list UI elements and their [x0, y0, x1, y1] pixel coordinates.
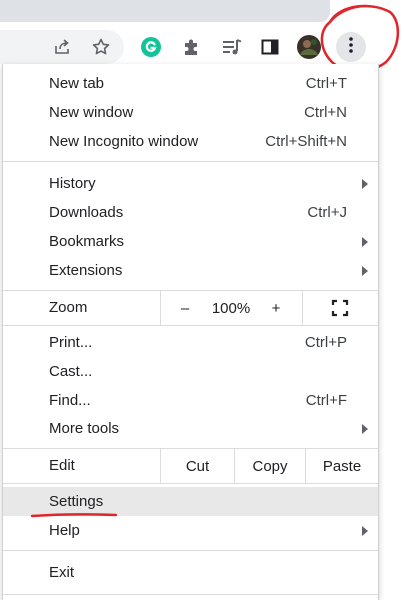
menu-item-bookmarks[interactable]: Bookmarks: [3, 227, 378, 256]
media-queue-icon[interactable]: [220, 35, 244, 59]
menu-item-label: Find...: [49, 392, 91, 409]
submenu-arrow-icon: [362, 424, 368, 434]
bookmark-star-icon[interactable]: [89, 35, 113, 59]
menu-item-exit[interactable]: Exit: [3, 558, 378, 587]
menu-item-shortcut: Ctrl+N: [304, 104, 347, 121]
submenu-arrow-icon: [362, 179, 368, 189]
menu-item-history[interactable]: History: [3, 169, 378, 198]
zoom-divider: [160, 291, 161, 325]
menu-item-shortcut: Ctrl+J: [307, 204, 347, 221]
menu-item-label: Exit: [49, 564, 75, 581]
menu-item-new-incognito-window[interactable]: New Incognito window Ctrl+Shift+N: [3, 127, 378, 156]
browser-toolbar: [0, 30, 404, 64]
menu-item-label: Settings: [49, 493, 104, 510]
share-icon[interactable]: [50, 35, 74, 59]
copy-button[interactable]: Copy: [235, 449, 305, 483]
menu-item-more-tools[interactable]: More tools: [3, 414, 378, 443]
menu-item-label: New window: [49, 104, 134, 121]
zoom-level: 100%: [211, 299, 251, 317]
menu-item-shortcut: Ctrl+T: [305, 75, 347, 92]
menu-item-label: Extensions: [49, 262, 123, 279]
zoom-out-button[interactable]: –: [167, 291, 203, 325]
edit-label: Edit: [49, 457, 75, 474]
zoom-label: Zoom: [49, 299, 88, 316]
menu-item-label: Cast...: [49, 363, 93, 380]
menu-separator: [3, 161, 378, 162]
menu-item-shortcut: Ctrl+P: [304, 334, 347, 351]
zoom-in-button[interactable]: +: [259, 291, 293, 325]
menu-item-find[interactable]: Find... Ctrl+F: [3, 386, 378, 415]
tab-bar: [0, 0, 330, 22]
menu-item-settings[interactable]: Settings: [3, 487, 378, 516]
chrome-main-menu: New tab Ctrl+T New window Ctrl+N New Inc…: [2, 64, 379, 600]
menu-item-label: New tab: [49, 75, 105, 92]
submenu-arrow-icon: [362, 237, 368, 247]
menu-item-cast[interactable]: Cast...: [3, 357, 378, 386]
menu-item-label: Print...: [49, 334, 93, 351]
paste-button[interactable]: Paste: [306, 449, 378, 483]
side-panel-icon[interactable]: [258, 35, 282, 59]
menu-item-extensions[interactable]: Extensions: [3, 256, 378, 285]
menu-separator: [3, 325, 378, 326]
menu-item-label: History: [49, 175, 96, 192]
menu-item-label: Help: [49, 522, 80, 539]
grammarly-extension-icon[interactable]: [139, 35, 163, 59]
submenu-arrow-icon: [362, 526, 368, 536]
menu-item-shortcut: Ctrl+F: [305, 392, 347, 409]
menu-item-new-window[interactable]: New window Ctrl+N: [3, 98, 378, 127]
edit-row: Edit Cut Copy Paste: [3, 449, 378, 483]
fullscreen-icon[interactable]: [325, 291, 355, 325]
profile-avatar[interactable]: [297, 35, 321, 59]
zoom-row: Zoom – 100% +: [3, 291, 378, 325]
submenu-arrow-icon: [362, 266, 368, 276]
menu-item-label: Downloads: [49, 204, 124, 221]
menu-item-new-tab[interactable]: New tab Ctrl+T: [3, 69, 378, 98]
menu-separator: [3, 483, 378, 484]
zoom-divider: [302, 291, 303, 325]
menu-separator: [3, 594, 378, 595]
more-menu-icon: [348, 36, 354, 59]
menu-item-shortcut: Ctrl+Shift+N: [265, 133, 347, 150]
cut-button[interactable]: Cut: [161, 449, 234, 483]
menu-item-print[interactable]: Print... Ctrl+P: [3, 328, 378, 357]
menu-separator: [3, 550, 378, 551]
menu-item-downloads[interactable]: Downloads Ctrl+J: [3, 198, 378, 227]
menu-item-help[interactable]: Help: [3, 516, 378, 545]
address-bar[interactable]: [0, 30, 124, 64]
tab-strip: [0, 0, 404, 30]
menu-item-label: New Incognito window: [49, 133, 199, 150]
more-menu-button[interactable]: [336, 32, 366, 62]
menu-item-label: Bookmarks: [49, 233, 125, 250]
extensions-puzzle-icon[interactable]: [180, 35, 204, 59]
menu-item-label: More tools: [49, 420, 120, 437]
